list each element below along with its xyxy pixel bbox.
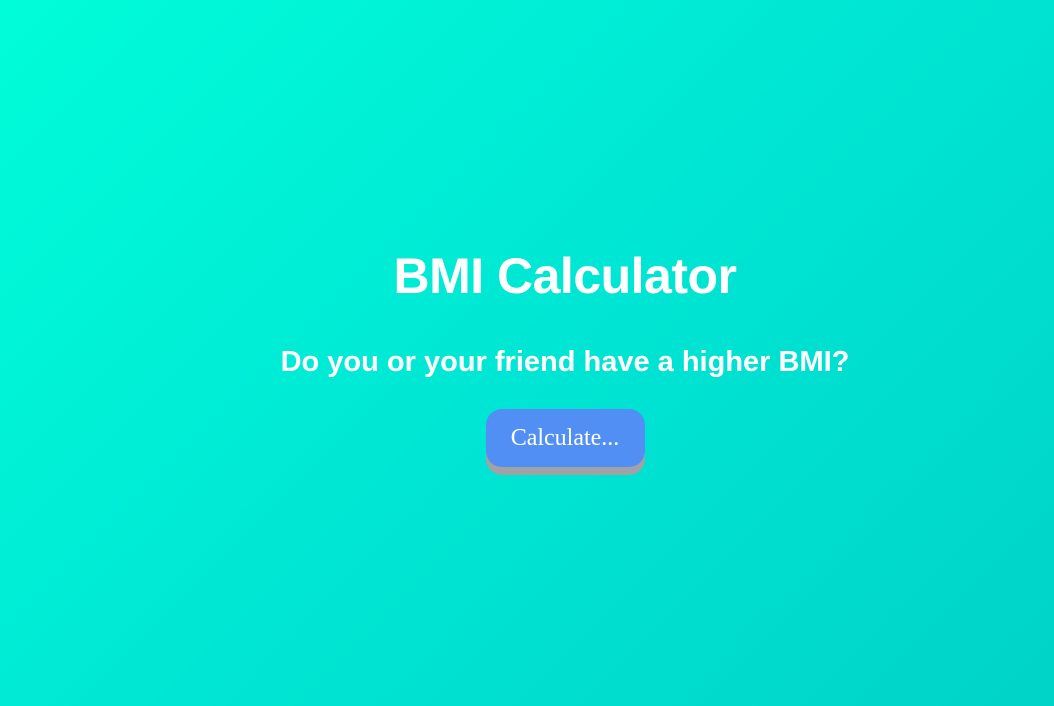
button-container: Calculate... (230, 409, 900, 467)
hero-section: BMI Calculator Do you or your friend hav… (230, 246, 900, 467)
page-title: BMI Calculator (393, 248, 737, 304)
calculate-button[interactable]: Calculate... (485, 409, 645, 467)
page-subtitle: Do you or your friend have a higher BMI? (280, 346, 850, 378)
